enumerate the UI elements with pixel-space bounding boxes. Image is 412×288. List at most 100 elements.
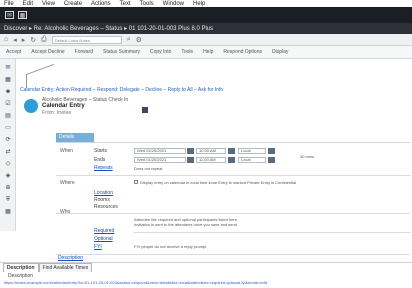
- description-section-link[interactable]: Description: [58, 255, 83, 261]
- calendar-picker-icon[interactable]: [187, 148, 194, 154]
- start-date-field[interactable]: Wed 01/20/2021: [134, 148, 186, 154]
- forward-icon[interactable]: ▸: [22, 36, 26, 44]
- folder-icon[interactable]: ▭: [4, 125, 12, 132]
- breadcrumb[interactable]: Calendar Entry: Action Required – Respon…: [20, 87, 410, 93]
- toolbar: ⌂ ◂ ▸ ↻ ⎙ Default Lotus Notes ⌕ ⚙: [0, 34, 412, 46]
- action-forward[interactable]: Forward: [75, 49, 93, 55]
- location-link[interactable]: Location: [94, 190, 113, 196]
- menu-window[interactable]: Window: [163, 1, 184, 7]
- menu-tools[interactable]: Tools: [140, 1, 154, 7]
- ends-label: Ends: [94, 157, 106, 163]
- action-help[interactable]: Help: [203, 49, 213, 55]
- entry-from: From: Invitee: [42, 110, 72, 116]
- action-copy-into[interactable]: Copy Into: [150, 49, 171, 55]
- mail-icon[interactable]: ✉: [5, 11, 14, 19]
- home-icon[interactable]: ⌂: [4, 36, 8, 43]
- menu-bar: File Edit View Create Actions Text Tools…: [0, 0, 412, 7]
- tab-description[interactable]: Description: [3, 263, 39, 272]
- description-label: Description: [8, 273, 34, 279]
- optional-link[interactable]: Optional: [94, 236, 113, 242]
- action-accept[interactable]: Accept: [6, 49, 21, 55]
- resources-label: Resources: [94, 204, 118, 210]
- mail-icon[interactable]: ✉: [4, 65, 12, 72]
- notebook-icon[interactable]: ▤: [4, 113, 12, 120]
- action-display[interactable]: Display: [272, 49, 288, 55]
- local-time-checkbox[interactable]: [134, 180, 138, 184]
- fyi-text: FYI people do not receive a reply prompt: [134, 244, 207, 249]
- calendar-picker-icon[interactable]: [187, 157, 194, 163]
- rooms-label: Rooms: [94, 197, 110, 203]
- where-label: Where: [60, 180, 75, 186]
- shield-icon[interactable]: ⛨: [4, 197, 12, 204]
- tag-icon[interactable]: ◇: [4, 161, 12, 168]
- contacts-icon[interactable]: ☻: [4, 89, 12, 96]
- window-title-bar: Discover ▸ Re: Alcoholic Beverages – Sta…: [0, 23, 412, 34]
- clock-picker-icon[interactable]: [228, 157, 235, 163]
- end-time-field[interactable]: 11:00 AM: [196, 157, 226, 163]
- required-field-line: [134, 232, 410, 233]
- who-label: Who: [60, 209, 71, 215]
- flag-icon[interactable]: [142, 107, 148, 113]
- document-marker: [26, 63, 66, 89]
- required-link[interactable]: Required: [94, 228, 114, 234]
- sync-icon[interactable]: ⟳: [4, 137, 12, 144]
- starts-label: Starts: [94, 148, 108, 154]
- back-icon[interactable]: ◂: [13, 36, 17, 44]
- row-divider: [56, 175, 410, 176]
- left-sidebar: ✉ ▦ ☻ ☑ ▤ ▭ ⟳ ⇄ ◇ ◈ ⊕ ⛨ ▦: [0, 59, 16, 231]
- description-pane: Description https://notes.example.com/ca…: [0, 272, 412, 288]
- refresh-icon[interactable]: ↻: [30, 36, 36, 44]
- workspace-icon[interactable]: ◈: [4, 173, 12, 180]
- menu-create[interactable]: Create: [64, 1, 82, 7]
- description-url[interactable]: https://notes.example.com/calendar/entry…: [4, 280, 408, 285]
- action-accept-decline[interactable]: Accept Decline: [31, 49, 64, 55]
- settings-icon[interactable]: ⚙: [136, 36, 142, 44]
- when-label: When: [60, 148, 74, 154]
- search-icon[interactable]: ⌕: [127, 36, 131, 44]
- tab-find-available-times[interactable]: Find Available Times: [38, 263, 93, 272]
- app-icon-bar: ✉ ▦: [0, 7, 412, 23]
- tab-details[interactable]: Details: [56, 133, 94, 142]
- fyi-link[interactable]: FYI: [94, 244, 102, 250]
- page-fold-graphic: [26, 63, 54, 89]
- menu-text[interactable]: Text: [120, 1, 131, 7]
- menu-file[interactable]: File: [4, 1, 14, 7]
- timezone-picker-icon[interactable]: [268, 148, 275, 154]
- calendar-icon[interactable]: ▦: [4, 77, 12, 84]
- action-tools[interactable]: Tools: [181, 49, 193, 55]
- section-divider: [56, 142, 410, 143]
- timezone-picker-icon[interactable]: [268, 157, 275, 163]
- todo-icon[interactable]: ☑: [4, 101, 12, 108]
- main-pane: Calendar Entry: Action Required – Respon…: [16, 59, 412, 231]
- repeats-link[interactable]: Repeats: [94, 165, 113, 171]
- print-icon[interactable]: ⎙: [41, 36, 47, 44]
- entry-options-text: Display entry on calendar in local time …: [140, 180, 297, 185]
- start-timezone-field[interactable]: Local: [238, 148, 266, 154]
- menu-view[interactable]: View: [42, 1, 55, 7]
- end-timezone-field[interactable]: Local: [238, 157, 266, 163]
- end-date-field[interactable]: Wed 01/20/2021: [134, 157, 186, 163]
- menu-actions[interactable]: Actions: [91, 1, 111, 7]
- address-input[interactable]: Default Lotus Notes: [51, 35, 122, 44]
- repeat-text: Does not repeat: [134, 166, 163, 171]
- menu-edit[interactable]: Edit: [23, 1, 33, 7]
- duration-text: 30 mins: [300, 154, 315, 159]
- globe-icon[interactable]: ⊕: [4, 185, 12, 192]
- avatar: [24, 99, 38, 113]
- start-time-field[interactable]: 10:30 AM: [196, 148, 226, 154]
- menu-help[interactable]: Help: [193, 1, 205, 7]
- row-divider: [56, 213, 410, 214]
- clock-picker-icon[interactable]: [228, 148, 235, 154]
- share-icon[interactable]: ⇄: [4, 149, 12, 156]
- calendar-icon[interactable]: ▦: [18, 11, 27, 19]
- action-bar: Accept Accept Decline Forward Status Sum…: [0, 46, 412, 59]
- page-title: Calendar Entry: [42, 103, 85, 109]
- grid-icon[interactable]: ▦: [4, 209, 12, 216]
- bottom-tab-bar: Description Find Available Times: [0, 262, 412, 272]
- entry-header: Alcoholic Beverages – Status Check In Ca…: [24, 97, 224, 123]
- row-divider: [56, 254, 410, 255]
- window-title: Discover ▸ Re: Alcoholic Beverages – Sta…: [4, 26, 214, 32]
- invitation-note: Invitation is sent to the attendees once…: [134, 222, 237, 227]
- action-respond-options[interactable]: Respond Options: [223, 49, 262, 55]
- action-status-summary[interactable]: Status Summary: [103, 49, 140, 55]
